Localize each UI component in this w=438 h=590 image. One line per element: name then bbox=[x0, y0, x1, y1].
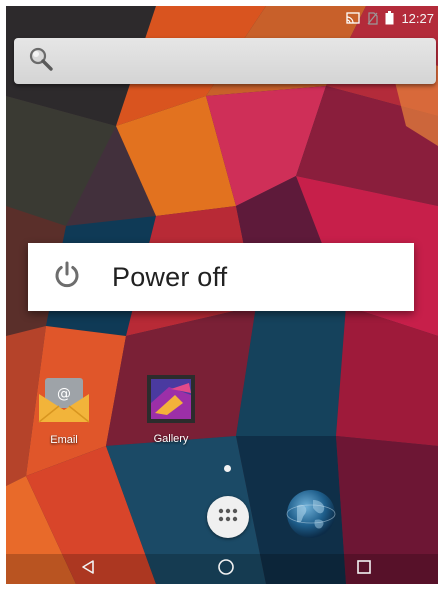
app-email[interactable]: @ Email bbox=[29, 376, 99, 446]
status-time: 12:27 bbox=[401, 10, 434, 26]
power-menu: Power off bbox=[28, 243, 414, 311]
app-gallery[interactable]: Gallery bbox=[136, 373, 206, 445]
search-icon[interactable] bbox=[28, 46, 54, 76]
battery-icon bbox=[385, 11, 394, 25]
no-sim-icon bbox=[367, 11, 379, 25]
back-button[interactable] bbox=[68, 554, 108, 584]
navigation-bar bbox=[6, 554, 438, 584]
back-icon bbox=[80, 559, 96, 579]
all-apps-icon bbox=[217, 507, 239, 527]
all-apps-button[interactable] bbox=[207, 496, 249, 538]
search-bar[interactable] bbox=[14, 38, 436, 84]
email-icon: @ bbox=[37, 376, 91, 430]
power-off-label: Power off bbox=[112, 261, 228, 292]
home-icon bbox=[217, 558, 235, 580]
home-button[interactable] bbox=[206, 554, 246, 584]
svg-text:@: @ bbox=[57, 386, 71, 402]
app-email-label: Email bbox=[50, 434, 78, 446]
cast-icon bbox=[346, 12, 361, 24]
app-gallery-label: Gallery bbox=[153, 433, 189, 445]
page-indicator-dot bbox=[224, 465, 231, 472]
power-icon bbox=[52, 260, 82, 294]
android-screen: 12:27 Power off @ Email Gallery bbox=[6, 6, 438, 584]
recents-icon bbox=[356, 559, 372, 579]
recents-button[interactable] bbox=[344, 554, 384, 584]
browser-app[interactable] bbox=[285, 488, 337, 540]
power-off-button[interactable]: Power off bbox=[28, 243, 414, 311]
gallery-icon bbox=[145, 373, 197, 429]
globe-icon bbox=[285, 490, 337, 544]
status-bar: 12:27 bbox=[6, 6, 438, 30]
